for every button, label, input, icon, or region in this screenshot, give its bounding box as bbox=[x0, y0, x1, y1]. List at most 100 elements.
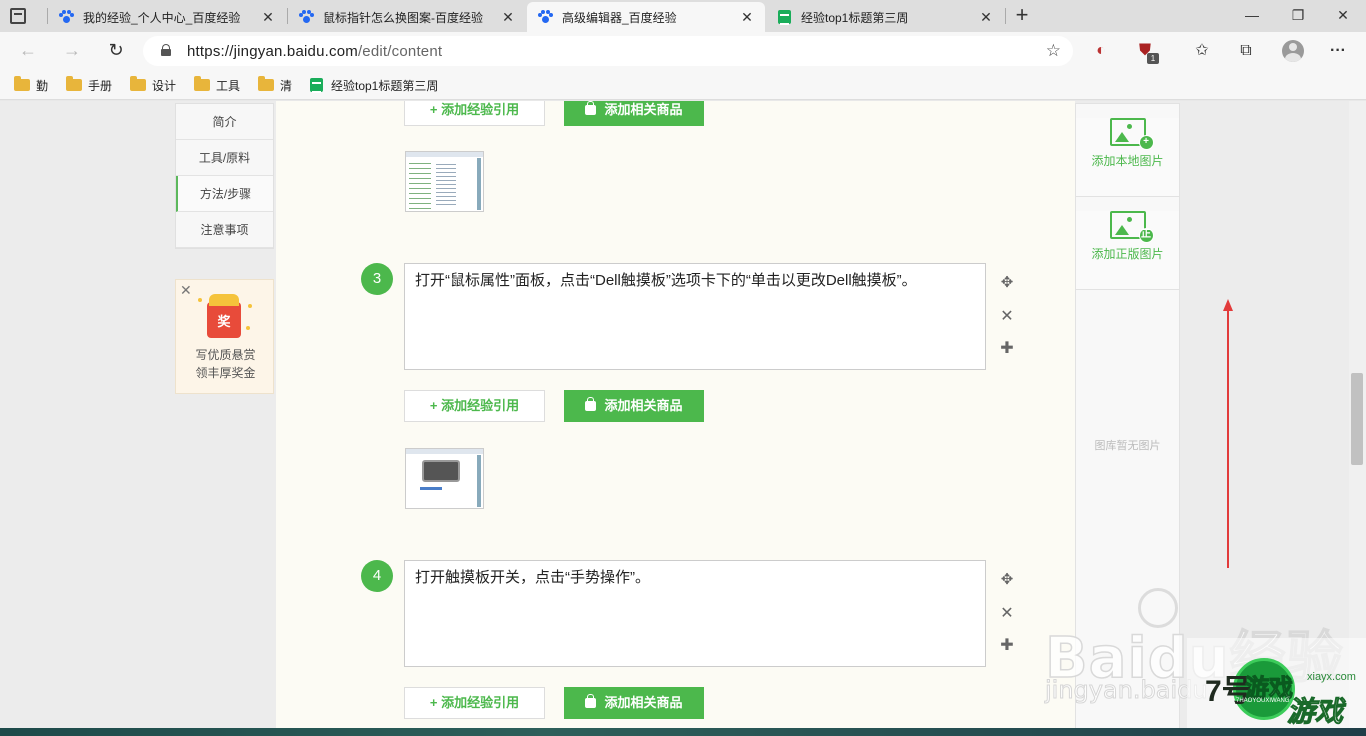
nav-item-steps[interactable]: 方法/步骤 bbox=[176, 176, 273, 212]
baidu-paw-icon bbox=[298, 9, 314, 25]
tab-title: 鼠标指针怎么换图案-百度经验 bbox=[323, 10, 483, 25]
sparkle bbox=[246, 326, 250, 330]
lock-icon[interactable] bbox=[161, 44, 171, 56]
tab-advanced-editor[interactable]: 高级编辑器_百度经验 ✕ bbox=[527, 2, 765, 32]
bookmark-folder[interactable]: 勤 bbox=[14, 76, 48, 94]
add-local-image-label: 添加本地图片 bbox=[1091, 154, 1164, 168]
close-window-button[interactable]: ✕ bbox=[1320, 4, 1366, 28]
section-nav: 简介 工具/原料 方法/步骤 注意事项 bbox=[175, 103, 274, 249]
add-step-icon[interactable]: ✚ bbox=[998, 637, 1016, 655]
baidu-paw-icon bbox=[58, 9, 74, 25]
scrollbar-thumb[interactable] bbox=[1351, 373, 1363, 465]
tab-my-experience[interactable]: 我的经验_个人中心_百度经验 ✕ bbox=[48, 2, 286, 32]
maximize-button[interactable]: ❐ bbox=[1275, 4, 1321, 28]
tab-close-icon[interactable]: ✕ bbox=[739, 9, 755, 26]
add-licensed-image-button[interactable]: 正 添加正版图片 bbox=[1076, 211, 1179, 290]
delete-icon[interactable]: ✕ bbox=[998, 308, 1016, 326]
page-content: 简介 工具/原料 方法/步骤 注意事项 ✕ 奖 写优质悬赏 领丰厚奖金 + 添加… bbox=[0, 101, 1366, 736]
bookmark-label: 手册 bbox=[88, 78, 113, 93]
bookmark-folder[interactable]: 工具 bbox=[194, 76, 240, 94]
collections-icon[interactable]: ⧉ bbox=[1235, 40, 1257, 62]
button-label: 添加相关商品 bbox=[604, 398, 683, 413]
tab-separator bbox=[1005, 8, 1006, 24]
add-quote-button[interactable]: + 添加经验引用 bbox=[404, 101, 545, 126]
step-image-thumbnail[interactable] bbox=[405, 151, 484, 212]
move-icon[interactable]: ✥ bbox=[998, 571, 1016, 589]
minimize-button[interactable]: — bbox=[1229, 4, 1275, 28]
folder-icon bbox=[258, 76, 274, 91]
button-label: 添加相关商品 bbox=[604, 102, 683, 117]
tab-title: 经验top1标题第三周 bbox=[801, 10, 909, 25]
back-arrow-icon[interactable]: ← bbox=[16, 39, 40, 63]
button-label: 添加相关商品 bbox=[604, 695, 683, 710]
bookmark-label: 经验top1标题第三周 bbox=[331, 78, 439, 93]
add-quote-button[interactable]: + 添加经验引用 bbox=[404, 390, 545, 422]
nav-item-intro[interactable]: 简介 bbox=[176, 104, 273, 140]
favorites-icon[interactable]: ✩ bbox=[1191, 40, 1213, 62]
empty-gallery-text: 图库暂无图片 bbox=[1094, 440, 1161, 452]
tab-mouse-pointer[interactable]: 鼠标指针怎么换图案-百度经验 ✕ bbox=[288, 2, 526, 32]
extension-compass-icon[interactable]: ◐ bbox=[1090, 40, 1112, 62]
url-text[interactable]: https://jingyan.baidu.com/edit/content bbox=[187, 43, 442, 60]
add-goods-button[interactable]: 添加相关商品 bbox=[564, 390, 704, 422]
bookmark-folder[interactable]: 清 bbox=[258, 76, 292, 94]
red-envelope-icon: 奖 bbox=[207, 294, 241, 338]
licensed-image-icon: 正 bbox=[1109, 211, 1154, 243]
spreadsheet-icon bbox=[776, 9, 792, 25]
sparkle bbox=[248, 304, 252, 308]
envelope-char: 奖 bbox=[217, 314, 231, 329]
editor-area: + 添加经验引用 添加相关商品 3 打开“鼠标属性”面板，点击“Dell触摸板”… bbox=[276, 101, 1075, 736]
tab-title: 高级编辑器_百度经验 bbox=[562, 10, 677, 25]
tab-top1-titles[interactable]: 经验top1标题第三周 ✕ bbox=[766, 2, 1004, 32]
folder-icon bbox=[130, 76, 146, 91]
site-watermark-domain: xiayx.com bbox=[1307, 671, 1356, 683]
window-menu-icon[interactable] bbox=[10, 8, 26, 24]
add-step-icon[interactable]: ✚ bbox=[998, 340, 1016, 358]
licensed-badge: 正 bbox=[1138, 228, 1154, 243]
bookmark-sheet[interactable]: 经验top1标题第三周 bbox=[310, 76, 438, 94]
profile-avatar[interactable] bbox=[1282, 40, 1304, 62]
add-local-image-button[interactable]: + 添加本地图片 bbox=[1076, 118, 1179, 197]
new-tab-button[interactable]: + bbox=[1010, 4, 1034, 28]
nav-item-tools[interactable]: 工具/原料 bbox=[176, 140, 273, 176]
nav-item-notes[interactable]: 注意事项 bbox=[176, 212, 273, 248]
step-image-thumbnail[interactable] bbox=[405, 448, 484, 509]
promo-line1: 写优质悬赏 bbox=[195, 348, 256, 362]
bookmark-label: 设计 bbox=[152, 78, 177, 93]
forward-arrow-icon[interactable]: → bbox=[60, 39, 84, 63]
add-goods-button[interactable]: 添加相关商品 bbox=[564, 687, 704, 719]
step-text-field[interactable]: 打开触摸板开关，点击“手势操作”。 bbox=[404, 560, 986, 667]
tab-close-icon[interactable]: ✕ bbox=[500, 9, 516, 26]
site-watermark: 7号 游戏 7HAOYOUXIWANG xiayx.com 游戏 bbox=[1187, 638, 1366, 736]
step-number: 3 bbox=[361, 263, 393, 295]
bookmark-label: 工具 bbox=[216, 78, 241, 93]
shopping-bag-icon bbox=[585, 101, 597, 115]
delete-icon[interactable]: ✕ bbox=[998, 605, 1016, 623]
address-toolbar: ← → ↻ https://jingyan.baidu.com/edit/con… bbox=[0, 32, 1366, 70]
more-menu-icon[interactable]: ··· bbox=[1327, 40, 1349, 62]
add-favorite-icon[interactable]: ☆ bbox=[1046, 41, 1061, 61]
tab-close-icon[interactable]: ✕ bbox=[260, 9, 276, 26]
bookmark-folder[interactable]: 手册 bbox=[66, 76, 112, 94]
folder-icon bbox=[194, 76, 210, 91]
add-quote-button[interactable]: + 添加经验引用 bbox=[404, 687, 545, 719]
add-goods-button[interactable]: 添加相关商品 bbox=[564, 101, 704, 126]
shopping-bag-icon bbox=[585, 397, 597, 411]
bookmark-folder[interactable]: 设计 bbox=[130, 76, 176, 94]
baidu-paw-icon bbox=[537, 9, 553, 25]
extension-badge: 1 bbox=[1147, 53, 1159, 64]
close-icon[interactable]: ✕ bbox=[180, 282, 192, 299]
move-icon[interactable]: ✥ bbox=[998, 274, 1016, 292]
tab-close-icon[interactable]: ✕ bbox=[978, 9, 994, 26]
refresh-icon[interactable]: ↻ bbox=[104, 39, 128, 63]
folder-icon bbox=[14, 76, 30, 91]
site-watermark-text: 游戏 bbox=[1286, 696, 1344, 728]
taskbar-strip bbox=[0, 728, 1366, 736]
url-bar[interactable]: https://jingyan.baidu.com/edit/content ☆ bbox=[143, 36, 1073, 66]
tab-title: 我的经验_个人中心_百度经验 bbox=[83, 10, 241, 25]
step-text-field[interactable]: 打开“鼠标属性”面板，点击“Dell触摸板”选项卡下的“单击以更改Dell触摸板… bbox=[404, 263, 986, 370]
baidu-watermark-url: jingyan.baidu bbox=[1045, 676, 1209, 705]
annotation-arrow bbox=[1227, 306, 1229, 568]
reward-promo[interactable]: ✕ 奖 写优质悬赏 领丰厚奖金 bbox=[175, 279, 274, 394]
site-watermark-small: 7HAOYOUXIWANG bbox=[1236, 698, 1290, 704]
